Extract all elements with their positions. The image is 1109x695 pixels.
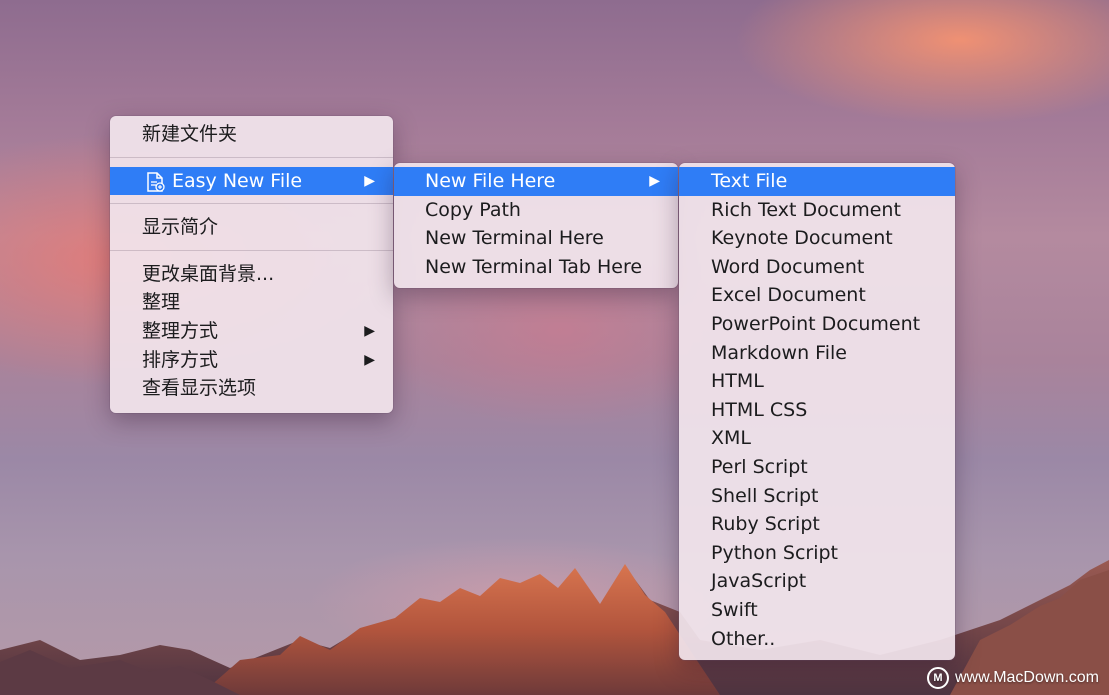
menu-item-rich-text-document[interactable]: Rich Text Document [679, 196, 955, 225]
watermark-text: www.MacDown.com [954, 669, 1099, 686]
menu-item-easy-new-file[interactable]: Easy New File ▶ [110, 166, 393, 196]
desktop-context-menu: 新建文件夹 Easy New File ▶ 显示简介 更改桌面背景... 整理 … [110, 116, 393, 413]
menu-item-new-file-here[interactable]: New File Here ▶ [394, 167, 678, 196]
menu-item-label: New File Here [425, 170, 556, 192]
submenu-arrow-icon: ▶ [649, 173, 660, 189]
menu-item-label: Word Document [711, 255, 865, 278]
menu-item-label: 整理 [142, 291, 181, 314]
new-file-icon [147, 171, 165, 192]
menu-item-label: 显示简介 [142, 216, 219, 239]
menu-item-get-info[interactable]: 显示简介 [110, 213, 393, 242]
menu-item-label: Shell Script [711, 484, 819, 507]
menu-item-powerpoint-document[interactable]: PowerPoint Document [679, 310, 955, 339]
menu-item-label: Ruby Script [711, 513, 820, 536]
menu-item-label: New Terminal Tab Here [425, 255, 643, 278]
menu-item-clean-up-by[interactable]: 整理方式 ▶ [110, 317, 393, 346]
submenu-arrow-icon: ▶ [364, 322, 375, 339]
menu-item-python-script[interactable]: Python Script [679, 539, 955, 568]
menu-item-label: XML [711, 427, 751, 450]
menu-item-html[interactable]: HTML [679, 367, 955, 396]
menu-item-swift[interactable]: Swift [679, 596, 955, 625]
macdown-logo-icon: M [926, 667, 949, 689]
easy-new-file-submenu: New File Here ▶ Copy Path New Terminal H… [394, 163, 678, 288]
menu-item-word-document[interactable]: Word Document [679, 253, 955, 282]
menu-item-label: 整理方式 [142, 319, 219, 342]
menu-item-label: 查看显示选项 [142, 377, 257, 400]
menu-item-new-terminal-here[interactable]: New Terminal Here [394, 224, 678, 253]
menu-item-html-css[interactable]: HTML CSS [679, 396, 955, 425]
menu-item-sort-by[interactable]: 排序方式 ▶ [110, 346, 393, 375]
watermark: M www.MacDown.com [926, 667, 1099, 689]
menu-item-shell-script[interactable]: Shell Script [679, 482, 955, 511]
menu-item-label: 新建文件夹 [142, 123, 238, 145]
menu-item-change-desktop-background[interactable]: 更改桌面背景... [110, 260, 393, 289]
menu-item-label: Other.. [711, 627, 776, 650]
menu-item-label: 排序方式 [142, 348, 219, 371]
menu-item-label: Keynote Document [711, 227, 893, 250]
menu-item-label: Python Script [711, 541, 839, 564]
menu-item-label: Rich Text Document [711, 198, 901, 221]
menu-item-label: Perl Script [711, 455, 808, 478]
menu-item-javascript[interactable]: JavaScript [679, 567, 955, 596]
menu-item-label: Easy New File [172, 169, 303, 192]
menu-item-label: HTML [711, 370, 764, 393]
submenu-arrow-icon: ▶ [364, 172, 375, 189]
menu-item-show-view-options[interactable]: 查看显示选项 [110, 374, 393, 403]
menu-item-label: Markdown File [711, 341, 847, 364]
menu-item-new-terminal-tab-here[interactable]: New Terminal Tab Here [394, 253, 678, 282]
menu-item-new-folder[interactable]: 新建文件夹 [110, 120, 393, 149]
menu-item-label: 更改桌面背景... [142, 262, 275, 285]
menu-item-markdown-file[interactable]: Markdown File [679, 339, 955, 368]
menu-separator [110, 249, 393, 251]
menu-item-text-file[interactable]: Text File [679, 167, 955, 196]
menu-item-label: Text File [711, 170, 788, 192]
menu-item-ruby-script[interactable]: Ruby Script [679, 510, 955, 539]
menu-item-clean-up[interactable]: 整理 [110, 288, 393, 317]
menu-item-label: PowerPoint Document [711, 312, 921, 335]
menu-item-label: Excel Document [711, 284, 866, 307]
menu-item-other[interactable]: Other.. [679, 625, 955, 654]
menu-item-keynote-document[interactable]: Keynote Document [679, 224, 955, 253]
menu-item-label: Swift [711, 598, 758, 621]
menu-item-copy-path[interactable]: Copy Path [394, 196, 678, 225]
menu-separator [110, 156, 393, 158]
menu-item-excel-document[interactable]: Excel Document [679, 281, 955, 310]
menu-item-xml[interactable]: XML [679, 424, 955, 453]
menu-item-label: Copy Path [425, 198, 521, 221]
menu-item-perl-script[interactable]: Perl Script [679, 453, 955, 482]
menu-item-label: HTML CSS [711, 398, 808, 421]
submenu-arrow-icon: ▶ [364, 351, 375, 368]
menu-item-label: JavaScript [711, 570, 807, 593]
new-file-type-submenu: Text File Rich Text Document Keynote Doc… [679, 163, 955, 660]
menu-separator [110, 203, 393, 205]
menu-item-label: New Terminal Here [425, 227, 604, 250]
